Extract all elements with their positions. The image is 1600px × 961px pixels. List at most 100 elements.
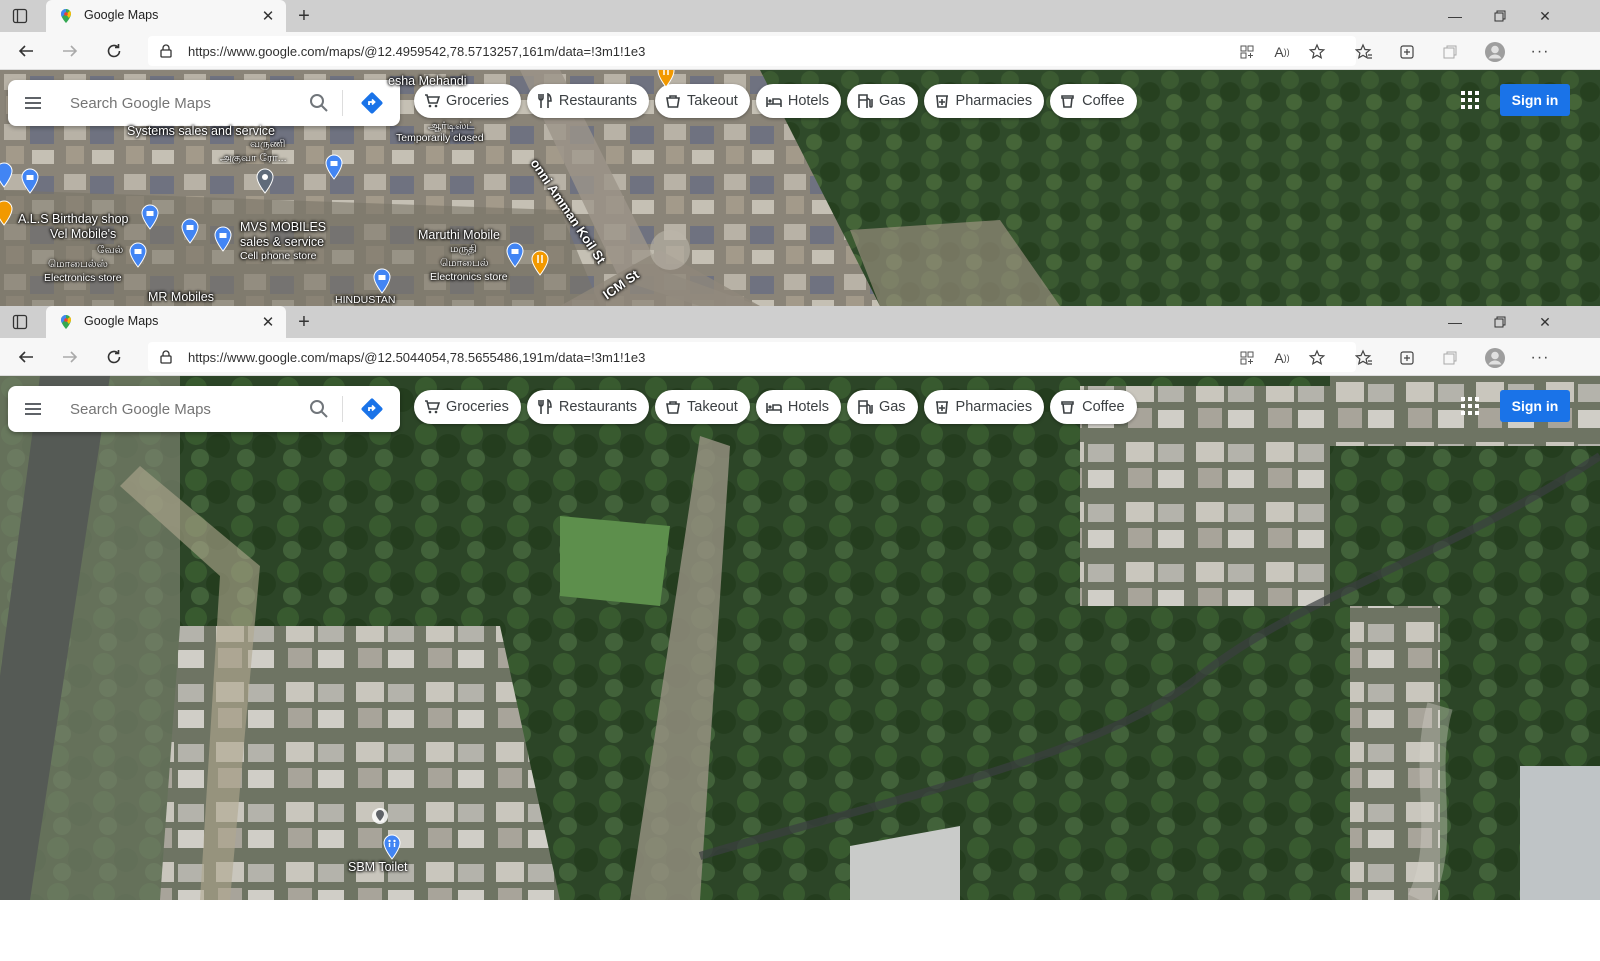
read-aloud-icon[interactable]: A)): [1271, 347, 1293, 369]
chip-takeout[interactable]: Takeout: [655, 390, 750, 424]
chip-coffee[interactable]: Coffee: [1050, 84, 1137, 118]
minimize-icon[interactable]: —: [1440, 310, 1470, 334]
forward-icon[interactable]: [58, 39, 82, 63]
restore-icon[interactable]: [1485, 4, 1515, 28]
url-field[interactable]: https://www.google.com/maps/@12.5044054,…: [148, 342, 1356, 372]
shopping-pin-icon[interactable]: [505, 242, 525, 268]
hamburger-menu-icon[interactable]: [22, 398, 44, 420]
favorites-icon[interactable]: [1353, 41, 1375, 63]
shopping-pin-icon[interactable]: [324, 154, 344, 180]
chip-gas[interactable]: Gas: [846, 390, 918, 424]
map-satellite-view[interactable]: Groceries Restaurants Takeout Hotels Gas…: [0, 70, 1600, 306]
map-label[interactable]: Systems sales and service: [127, 124, 275, 138]
tab-google-maps[interactable]: Google Maps ✕: [46, 0, 286, 32]
search-input[interactable]: [70, 88, 310, 118]
map-label[interactable]: sales & service: [240, 235, 324, 249]
tab-google-maps[interactable]: Google Maps ✕: [46, 306, 286, 338]
add-favorite-icon[interactable]: [1306, 347, 1328, 369]
minimize-icon[interactable]: —: [1440, 4, 1470, 28]
extensions-icon[interactable]: [1439, 41, 1461, 63]
toilet-pin-icon[interactable]: [382, 834, 402, 860]
url-text[interactable]: https://www.google.com/maps/@12.5044054,…: [188, 350, 645, 365]
restaurant-pin-icon[interactable]: [530, 250, 550, 276]
restaurant-pin-icon[interactable]: [656, 70, 676, 88]
back-icon[interactable]: [14, 39, 38, 63]
refresh-icon[interactable]: [102, 39, 126, 63]
url-field[interactable]: https://www.google.com/maps/@12.4959542,…: [148, 36, 1356, 66]
back-icon[interactable]: [14, 345, 38, 369]
search-icon[interactable]: [308, 398, 330, 420]
chip-pharmacies[interactable]: Pharmacies: [923, 84, 1045, 118]
sign-in-button[interactable]: Sign in: [1500, 84, 1570, 116]
chip-groceries[interactable]: Groceries: [414, 84, 521, 118]
map-satellite-view[interactable]: Groceries Restaurants Takeout Hotels Gas…: [0, 376, 1600, 900]
search-input[interactable]: [70, 394, 310, 424]
profile-avatar-icon[interactable]: [1484, 347, 1506, 369]
sign-in-button[interactable]: Sign in: [1500, 390, 1570, 422]
close-tab-icon[interactable]: ✕: [260, 8, 276, 25]
map-label[interactable]: HINDUSTAN: [335, 294, 395, 306]
close-window-icon[interactable]: ✕: [1530, 310, 1560, 334]
lock-icon[interactable]: [158, 43, 174, 59]
shopping-pin-icon[interactable]: [20, 168, 40, 194]
place-marker-icon[interactable]: [370, 806, 390, 826]
read-aloud-icon[interactable]: A)): [1271, 41, 1293, 63]
shopping-pin-icon[interactable]: [128, 242, 148, 268]
search-icon[interactable]: [308, 92, 330, 114]
app-available-icon[interactable]: [1236, 41, 1258, 63]
cart-icon: [425, 400, 440, 414]
favorites-icon[interactable]: [1353, 347, 1375, 369]
tab-actions-icon[interactable]: [10, 312, 30, 332]
satellite-imagery[interactable]: [0, 376, 1600, 900]
url-text[interactable]: https://www.google.com/maps/@12.4959542,…: [188, 44, 645, 59]
chip-groceries[interactable]: Groceries: [414, 390, 521, 424]
close-tab-icon[interactable]: ✕: [260, 314, 276, 331]
chip-restaurants[interactable]: Restaurants: [526, 84, 650, 118]
close-window-icon[interactable]: ✕: [1530, 4, 1560, 28]
map-label[interactable]: SBM Toilet: [348, 860, 408, 874]
new-tab-icon[interactable]: +: [292, 4, 316, 28]
app-available-icon[interactable]: [1236, 347, 1258, 369]
shopping-pin-icon[interactable]: [213, 226, 233, 252]
refresh-icon[interactable]: [102, 345, 126, 369]
map-label[interactable]: Vel Mobile's: [50, 227, 116, 241]
shopping-pin-icon[interactable]: [180, 218, 200, 244]
restaurant-pin-icon[interactable]: [0, 200, 14, 226]
category-chips: Groceries Restaurants Takeout Hotels Gas…: [414, 84, 1137, 118]
shopping-pin-icon[interactable]: [372, 268, 392, 294]
collections-icon[interactable]: [1396, 41, 1418, 63]
lock-icon[interactable]: [158, 349, 174, 365]
new-tab-icon[interactable]: +: [292, 310, 316, 334]
google-apps-icon[interactable]: [1460, 90, 1480, 110]
profile-avatar-icon[interactable]: [1484, 41, 1506, 63]
google-apps-icon[interactable]: [1460, 396, 1480, 416]
extensions-icon[interactable]: [1439, 347, 1461, 369]
more-menu-icon[interactable]: ···: [1529, 41, 1551, 63]
forward-icon[interactable]: [58, 345, 82, 369]
directions-icon[interactable]: [360, 91, 384, 115]
add-favorite-icon[interactable]: [1306, 41, 1328, 63]
shopping-pin-icon[interactable]: [140, 204, 160, 230]
map-label[interactable]: Maruthi Mobile: [418, 228, 500, 242]
map-label[interactable]: esha Mehandi: [388, 74, 467, 88]
chip-coffee[interactable]: Coffee: [1050, 390, 1137, 424]
chip-restaurants[interactable]: Restaurants: [526, 390, 650, 424]
restore-icon[interactable]: [1485, 310, 1515, 334]
collections-icon[interactable]: [1396, 347, 1418, 369]
hamburger-menu-icon[interactable]: [22, 92, 44, 114]
tab-title: Google Maps: [84, 8, 159, 22]
shopping-pin-icon[interactable]: [0, 162, 14, 188]
more-menu-icon[interactable]: ···: [1529, 347, 1551, 369]
chip-hotels[interactable]: Hotels: [755, 84, 841, 118]
map-label[interactable]: MVS MOBILES: [240, 220, 326, 234]
map-label[interactable]: MR Mobiles: [148, 290, 214, 304]
place-pin-icon[interactable]: [255, 168, 275, 194]
directions-icon[interactable]: [360, 397, 384, 421]
chip-pharmacies[interactable]: Pharmacies: [923, 390, 1045, 424]
map-label: ஆர்டிஸ்ட்: [428, 120, 475, 132]
tab-actions-icon[interactable]: [10, 6, 30, 26]
chip-takeout[interactable]: Takeout: [655, 84, 750, 118]
chip-gas[interactable]: Gas: [846, 84, 918, 118]
map-label[interactable]: A.L.S Birthday shop: [18, 212, 128, 226]
chip-hotels[interactable]: Hotels: [755, 390, 841, 424]
